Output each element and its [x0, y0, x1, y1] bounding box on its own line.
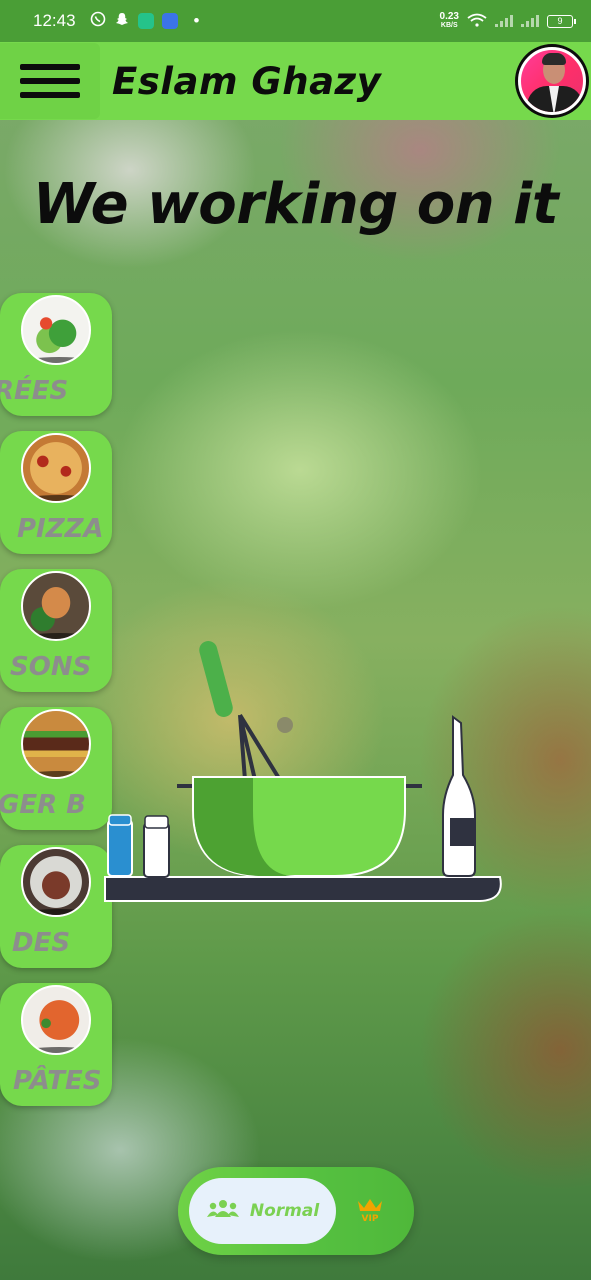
- net-speed-value: 0.23: [439, 11, 459, 22]
- mode-vip-button[interactable]: VIP: [353, 1197, 387, 1227]
- battery-level: 9: [557, 16, 563, 26]
- signal-icon: [495, 15, 513, 27]
- steak-image: [21, 847, 91, 917]
- snapchat-icon: [114, 11, 130, 32]
- group-icon: [206, 1199, 240, 1223]
- shelf-shape: [104, 876, 502, 902]
- category-item-pizza[interactable]: PIZZA: [0, 431, 112, 554]
- signal-icon-2: [521, 15, 539, 27]
- status-bar: 12:43 • 0.23 KB/S 9: [0, 0, 591, 42]
- status-left: 12:43 •: [33, 11, 200, 32]
- profile-avatar[interactable]: [515, 44, 589, 118]
- fish-image: [21, 571, 91, 641]
- clipboard-icon: [137, 13, 154, 29]
- kitchen-illustration: [95, 635, 515, 910]
- wifi-icon: [467, 13, 487, 30]
- status-right: 0.23 KB/S 9: [440, 12, 576, 30]
- hamburger-icon[interactable]: [0, 43, 100, 119]
- pasta-image: [21, 985, 91, 1055]
- whatsapp-icon: [90, 11, 106, 32]
- net-speed: 0.23 KB/S: [440, 12, 459, 30]
- category-label: DES: [12, 928, 71, 958]
- category-item-pates[interactable]: PÂTES: [0, 983, 112, 1106]
- app-bar: Eslam Ghazy: [0, 42, 591, 120]
- burger-image: [21, 709, 91, 779]
- dot-icon: •: [193, 11, 200, 30]
- net-speed-unit: KB/S: [440, 22, 458, 29]
- avatar-photo: [518, 47, 586, 115]
- status-time: 12:43: [33, 11, 76, 30]
- category-label: PIZZA: [17, 514, 104, 544]
- mode-normal-button[interactable]: Normal: [189, 1178, 336, 1244]
- mode-vip-label: VIP: [361, 1214, 379, 1224]
- mode-normal-label: Normal: [249, 1201, 320, 1221]
- category-label: RÉES: [0, 376, 69, 406]
- app-icon: [161, 13, 178, 29]
- page-headline: We working on it: [32, 172, 559, 237]
- salad-image: [21, 295, 91, 365]
- category-item-entrees[interactable]: RÉES: [0, 293, 112, 416]
- mode-toggle: Normal VIP: [178, 1167, 414, 1255]
- category-label: PÂTES: [13, 1066, 102, 1096]
- battery-icon: 9: [547, 14, 576, 28]
- app-title: Eslam Ghazy: [112, 59, 382, 103]
- pizza-image: [21, 433, 91, 503]
